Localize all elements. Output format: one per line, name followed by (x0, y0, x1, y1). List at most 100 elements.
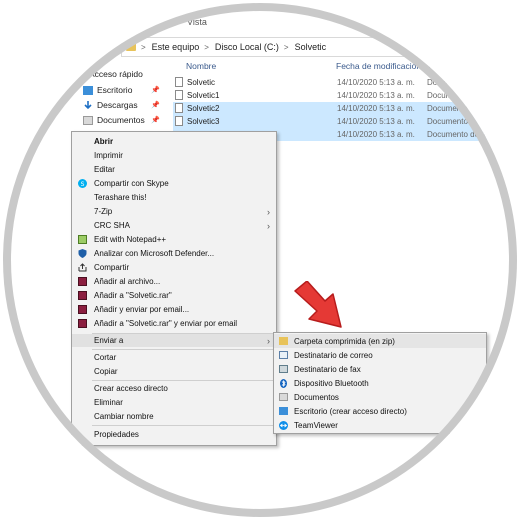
mail-icon (279, 351, 288, 359)
menu-item-label: Cortar (94, 353, 117, 362)
chevron-right-icon: › (267, 220, 270, 231)
teamviewer-icon (279, 421, 288, 430)
file-name: Solvetic1 (187, 91, 220, 100)
menu-item-cambiar-nombre[interactable]: Cambiar nombre (72, 410, 276, 423)
breadcrumb-disco-local[interactable]: Disco Local (C:) (215, 42, 279, 52)
menu-item-label: Cambiar nombre (94, 412, 154, 421)
column-header-date[interactable]: Fecha de modificación (336, 61, 421, 71)
menu-item-crear-acceso[interactable]: Crear acceso directo (72, 382, 276, 395)
menu-item-label: Documentos (294, 392, 339, 402)
winrar-icon (78, 291, 87, 300)
title-bar: Vista (3, 3, 517, 31)
zip-folder-icon (279, 337, 288, 345)
desktop-icon (279, 407, 288, 415)
menu-item-propiedades[interactable]: Propiedades (72, 428, 276, 441)
send-to-documentos[interactable]: Documentos (274, 390, 486, 404)
menu-separator (92, 349, 274, 350)
menu-item-label: Dispositivo Bluetooth (294, 378, 369, 388)
file-type: Docum (427, 91, 453, 100)
menu-item-copiar[interactable]: Copiar (72, 365, 276, 378)
file-row[interactable]: Solvetic 14/10/2020 5:13 a. m. Docum (173, 76, 517, 89)
menu-item-label: 7-Zip (94, 207, 113, 216)
nav-item-descargas[interactable]: Descargas (83, 98, 138, 112)
menu-item-label: Crear acceso directo (94, 384, 168, 393)
desktop-icon (83, 85, 93, 95)
column-header-type[interactable]: Tipo (427, 61, 443, 71)
chevron-right-icon: › (267, 335, 270, 346)
defender-icon (78, 249, 87, 258)
menu-item-compartir-skype[interactable]: S Compartir con Skype (72, 177, 276, 190)
menu-item-label: Terashare this! (94, 193, 147, 202)
chevron-right-icon: › (267, 206, 270, 217)
quick-access-header[interactable]: Acceso rápido (89, 69, 143, 79)
send-to-bluetooth[interactable]: Dispositivo Bluetooth (274, 376, 486, 390)
file-row[interactable]: Solvetic3 14/10/2020 5:13 a. m. Document… (173, 115, 517, 128)
notepad-plus-icon (78, 235, 87, 244)
file-name: Solvetic3 (187, 117, 220, 126)
send-to-escritorio[interactable]: Escritorio (crear acceso directo) (274, 404, 486, 418)
menu-item-label: Edit with Notepad++ (94, 235, 167, 244)
address-bar[interactable]: > Este equipo > Disco Local (C:) > Solve… (121, 37, 517, 57)
menu-separator (92, 425, 274, 426)
nav-item-escritorio[interactable]: Escritorio (83, 83, 132, 97)
file-name: Solvetic2 (187, 104, 220, 113)
file-row[interactable]: Solvetic1 14/10/2020 5:13 a. m. Docum (173, 89, 517, 102)
menu-item-cortar[interactable]: Cortar (72, 351, 276, 364)
menu-item-terashare[interactable]: Terashare this! (72, 191, 276, 204)
menu-item-notepad-plus[interactable]: Edit with Notepad++ (72, 233, 276, 246)
menu-item-label: Eliminar (94, 398, 123, 407)
file-type: Documento (427, 104, 468, 113)
file-row[interactable]: Solvetic2 14/10/2020 5:13 a. m. Document… (173, 102, 517, 115)
download-icon (83, 100, 93, 110)
menu-item-label: Añadir al archivo... (94, 277, 161, 286)
menu-item-defender[interactable]: Analizar con Microsoft Defender... (72, 247, 276, 260)
circular-crop: Vista > Este equipo > Disco Local (C:) >… (3, 3, 517, 517)
winrar-icon (78, 277, 87, 286)
send-to-submenu: Carpeta comprimida (en zip) Destinatario… (273, 332, 487, 434)
menu-item-label: Compartir (94, 263, 130, 272)
red-arrow-icon (294, 281, 342, 328)
send-to-fax[interactable]: Destinatario de fax (274, 362, 486, 376)
text-file-icon (175, 103, 183, 113)
menu-item-anadir-archivo[interactable]: Añadir al archivo... (72, 275, 276, 288)
menu-item-label: Destinatario de fax (294, 364, 361, 374)
column-header-name[interactable]: Nombre (186, 61, 216, 71)
context-menu: Abrir Imprimir Editar S Compartir con Sk… (71, 131, 277, 446)
menu-item-anadir-email[interactable]: Añadir y enviar por email... (72, 303, 276, 316)
text-file-icon (175, 77, 183, 87)
nav-item-label: Documentos (97, 115, 145, 125)
menu-item-enviar-a[interactable]: Enviar a › (72, 334, 276, 347)
menu-item-eliminar[interactable]: Eliminar (72, 396, 276, 409)
menu-item-anadir-rar[interactable]: Añadir a "Solvetic.rar" (72, 289, 276, 302)
breadcrumb-solvetic[interactable]: Solvetic (295, 42, 327, 52)
menu-item-label: Destinatario de correo (294, 350, 373, 360)
file-date: 14/10/2020 5:13 a. m. (337, 91, 415, 100)
menu-item-anadir-rar-email[interactable]: Añadir a "Solvetic.rar" y enviar por ema… (72, 317, 276, 330)
fax-icon (279, 365, 288, 373)
breadcrumb-este-equipo[interactable]: Este equipo (152, 42, 200, 52)
chevron-right-icon: > (141, 42, 146, 52)
nav-item-label: Escritorio (97, 85, 133, 95)
menu-item-label: Copiar (94, 367, 118, 376)
send-to-teamviewer[interactable]: TeamViewer (274, 418, 486, 432)
file-type: Documento de te (427, 130, 488, 139)
menu-item-compartir[interactable]: Compartir (72, 261, 276, 274)
send-to-zip[interactable]: Carpeta comprimida (en zip) (274, 334, 486, 348)
nav-item-documentos[interactable]: Documentos (83, 113, 145, 127)
menu-item-label: Editar (94, 165, 115, 174)
file-date: 14/10/2020 5:13 a. m. (337, 130, 415, 139)
menu-item-imprimir[interactable]: Imprimir (72, 149, 276, 162)
menu-item-label: Añadir a "Solvetic.rar" (94, 291, 172, 300)
file-date: 14/10/2020 5:13 a. m. (337, 78, 415, 87)
ribbon-tab-vista[interactable]: Vista (187, 17, 207, 27)
menu-item-crc-sha[interactable]: CRC SHA › (72, 219, 276, 232)
menu-item-editar[interactable]: Editar (72, 163, 276, 176)
send-to-mail[interactable]: Destinatario de correo (274, 348, 486, 362)
menu-item-label: Enviar a (94, 336, 124, 345)
bluetooth-icon (279, 379, 288, 388)
menu-item-label: TeamViewer (294, 420, 338, 430)
menu-item-7zip[interactable]: 7-Zip › (72, 205, 276, 218)
nav-item-label: Descargas (97, 100, 138, 110)
menu-item-abrir[interactable]: Abrir (72, 135, 276, 148)
menu-item-label: CRC SHA (94, 221, 131, 230)
